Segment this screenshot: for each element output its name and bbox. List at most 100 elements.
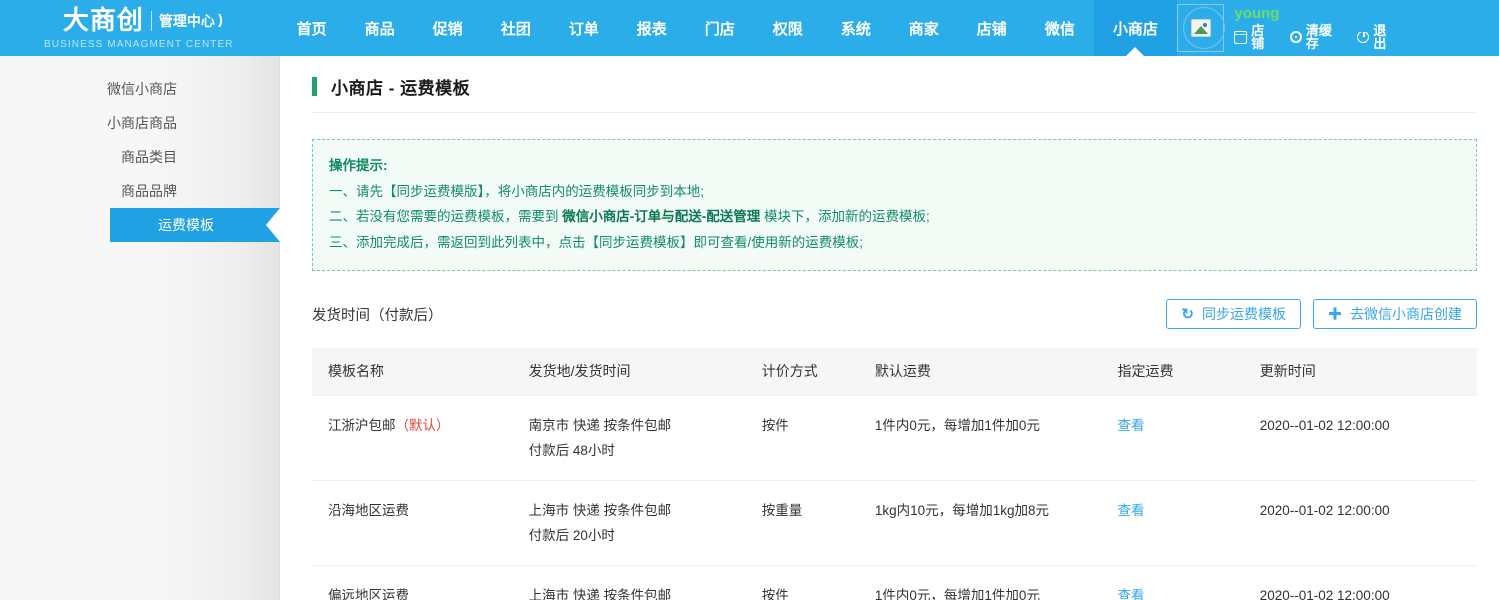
operation-hint-box: 操作提示: 一、请先【同步运费模版】，将小商店内的运费模板同步到本地; 二、若没… — [312, 139, 1477, 271]
cell-specified-fee: 查看 — [1101, 480, 1243, 565]
user-link-clear-cache[interactable]: 清缓存 — [1290, 24, 1344, 50]
nav-item-orders[interactable]: 订单 — [550, 0, 618, 56]
nav-item-promotion[interactable]: 促销 — [414, 0, 482, 56]
brand-row: 大商创 管理中心 — [63, 8, 215, 34]
user-name: young — [1234, 6, 1399, 21]
cell-specified-fee: 查看 — [1101, 395, 1243, 480]
sidebar-item-goods-brand[interactable]: 商品品牌 — [0, 174, 279, 207]
table-row[interactable]: 江浙沪包邮（默认） 南京市 快递 按条件包邮 付款后 48小时 按件 1件内0元… — [312, 395, 1477, 480]
nav-item-goods[interactable]: 商品 — [346, 0, 414, 56]
nav-item-shop[interactable]: 店铺 — [958, 0, 1026, 56]
cell-origin-ship-time: 上海市 快递 按条件包邮 付款后 20小时 — [513, 480, 746, 565]
nav-label: 首页 — [297, 18, 327, 39]
sidebar-item-wechat-mini-shop[interactable]: 微信小商店 — [0, 72, 279, 105]
cell-default-fee: 1kg内10元，每增加1kg加8元 — [859, 480, 1102, 565]
brand-logo[interactable]: 大商创 管理中心 BUSINESS MANAGMENT CENTER — [0, 0, 278, 56]
user-link-shop[interactable]: 店铺 — [1234, 24, 1277, 50]
title-accent-bar — [312, 77, 317, 96]
sidebar-item-label: 商品品牌 — [121, 181, 177, 201]
main-nav: 首页 商品 促销 社团 订单 报表 门店 权限 系统 商家 店铺 微信 小商店 — [278, 0, 1177, 56]
hint-title: 操作提示: — [329, 153, 1460, 179]
power-icon — [1357, 31, 1369, 43]
shipping-template-table: 模板名称 发货地/发货时间 计价方式 默认运费 指定运费 更新时间 江浙沪包邮（… — [312, 348, 1477, 600]
view-link[interactable]: 查看 — [1117, 418, 1144, 433]
ship-time-text: 付款后 20小时 — [529, 523, 738, 548]
column-header-origin-ship-time: 发货地/发货时间 — [513, 348, 746, 395]
table-head: 模板名称 发货地/发货时间 计价方式 默认运费 指定运费 更新时间 — [312, 348, 1477, 395]
list-toolbar: 发货时间（付款后） ↻ 同步运费模板 ✚ 去微信小商店创建 — [312, 299, 1477, 329]
sidebar-item-label: 商品类目 — [121, 147, 177, 167]
avatar[interactable] — [1177, 4, 1225, 52]
create-button-label: 去微信小商店创建 — [1350, 304, 1462, 324]
nav-item-mini-shop[interactable]: 小商店 — [1094, 0, 1177, 56]
cell-template-name: 江浙沪包邮（默认） — [312, 395, 513, 480]
nav-item-reports[interactable]: 报表 — [618, 0, 686, 56]
broken-image-icon — [1191, 19, 1211, 37]
column-header-specified-fee: 指定运费 — [1101, 348, 1243, 395]
sidebar-item-label: 微信小商店 — [107, 79, 177, 99]
main-content: 小商店 - 运费模板 操作提示: 一、请先【同步运费模版】，将小商店内的运费模板… — [280, 56, 1499, 600]
cell-updated-at: 2020--01-02 12:00:00 — [1244, 565, 1477, 600]
gear-icon — [1290, 31, 1302, 43]
nav-label: 系统 — [841, 18, 871, 39]
create-in-wechat-mini-shop-button[interactable]: ✚ 去微信小商店创建 — [1313, 299, 1477, 329]
nav-item-permissions[interactable]: 权限 — [754, 0, 822, 56]
user-link-label: 退出 — [1373, 24, 1399, 50]
user-link-logout[interactable]: 退出 — [1357, 24, 1399, 50]
hint-line-2-emphasis: 微信小商店-订单与配送-配送管理 — [562, 209, 760, 224]
toolbar-label: 发货时间（付款后） — [312, 304, 443, 325]
nav-label: 社团 — [501, 18, 531, 39]
sidebar-item-shipping-template[interactable]: 运费模板 — [110, 208, 280, 242]
view-link[interactable]: 查看 — [1117, 503, 1144, 518]
nav-item-system[interactable]: 系统 — [822, 0, 890, 56]
sidebar-item-goods-category[interactable]: 商品类目 — [0, 140, 279, 173]
ship-time-text: 付款后 48小时 — [529, 438, 738, 463]
nav-label: 微信 — [1045, 18, 1075, 39]
hint-line-2: 二、若没有您需要的运费模板，需要到 微信小商店-订单与配送-配送管理 模块下，添… — [329, 204, 1460, 230]
sidebar-item-label: 运费模板 — [158, 215, 232, 235]
origin-text: 上海市 快递 按条件包邮 — [529, 498, 738, 523]
nav-label: 商品 — [365, 18, 395, 39]
brand-name: 大商创 — [63, 8, 144, 34]
column-header-default-fee: 默认运费 — [859, 348, 1102, 395]
view-link[interactable]: 查看 — [1117, 588, 1144, 600]
table-row[interactable]: 沿海地区运费 上海市 快递 按条件包邮 付款后 20小时 按重量 1kg内10元… — [312, 480, 1477, 565]
user-link-label: 清缓存 — [1306, 24, 1345, 50]
top-navigation-bar: 大商创 管理中心 BUSINESS MANAGMENT CENTER 首页 商品… — [0, 0, 1499, 56]
nav-label: 促销 — [433, 18, 463, 39]
sidebar-item-mini-shop-goods[interactable]: 小商店商品 — [0, 106, 279, 139]
cell-origin-ship-time: 上海市 快递 按条件包邮 付款后 20小时 — [513, 565, 746, 600]
brand-english: BUSINESS MANAGMENT CENTER — [44, 39, 234, 50]
user-link-label: 店铺 — [1251, 24, 1277, 50]
plus-icon: ✚ — [1328, 307, 1342, 321]
nav-label: 小商店 — [1113, 18, 1158, 39]
template-name: 沿海地区运费 — [328, 503, 409, 518]
brand-divider — [151, 11, 152, 31]
default-badge: （默认） — [396, 418, 450, 433]
nav-item-merchant[interactable]: 商家 — [890, 0, 958, 56]
app-root: 大商创 管理中心 BUSINESS MANAGMENT CENTER 首页 商品… — [0, 0, 1499, 600]
nav-label: 订单 — [569, 18, 599, 39]
toolbar-buttons: ↻ 同步运费模板 ✚ 去微信小商店创建 — [1166, 299, 1477, 329]
origin-text: 南京市 快递 按条件包邮 — [529, 413, 738, 438]
nav-item-stores[interactable]: 门店 — [686, 0, 754, 56]
cell-template-name: 偏远地区运费 — [312, 565, 513, 600]
column-header-updated-at: 更新时间 — [1244, 348, 1477, 395]
table-row[interactable]: 偏远地区运费 上海市 快递 按条件包邮 付款后 20小时 按件 1件内0元，每增… — [312, 565, 1477, 600]
nav-label: 报表 — [637, 18, 667, 39]
sidebar-item-label: 小商店商品 — [107, 113, 177, 133]
origin-text: 上海市 快递 按条件包邮 — [529, 583, 738, 600]
page-title: 小商店 - 运费模板 — [331, 74, 470, 99]
cell-default-fee: 1件内0元，每增加1件加0元 — [859, 565, 1102, 600]
cell-updated-at: 2020--01-02 12:00:00 — [1244, 480, 1477, 565]
nav-item-wechat[interactable]: 微信 — [1026, 0, 1094, 56]
user-links: 店铺 清缓存 退出 — [1234, 24, 1399, 50]
sidebar: 微信小商店 小商店商品 商品类目 商品品牌 运费模板 — [0, 56, 280, 600]
template-name: 偏远地区运费 — [328, 588, 409, 600]
nav-label: 店铺 — [977, 18, 1007, 39]
nav-item-community[interactable]: 社团 — [482, 0, 550, 56]
cell-updated-at: 2020--01-02 12:00:00 — [1244, 395, 1477, 480]
nav-item-home[interactable]: 首页 — [278, 0, 346, 56]
nav-label: 门店 — [705, 18, 735, 39]
sync-shipping-template-button[interactable]: ↻ 同步运费模板 — [1166, 299, 1301, 329]
